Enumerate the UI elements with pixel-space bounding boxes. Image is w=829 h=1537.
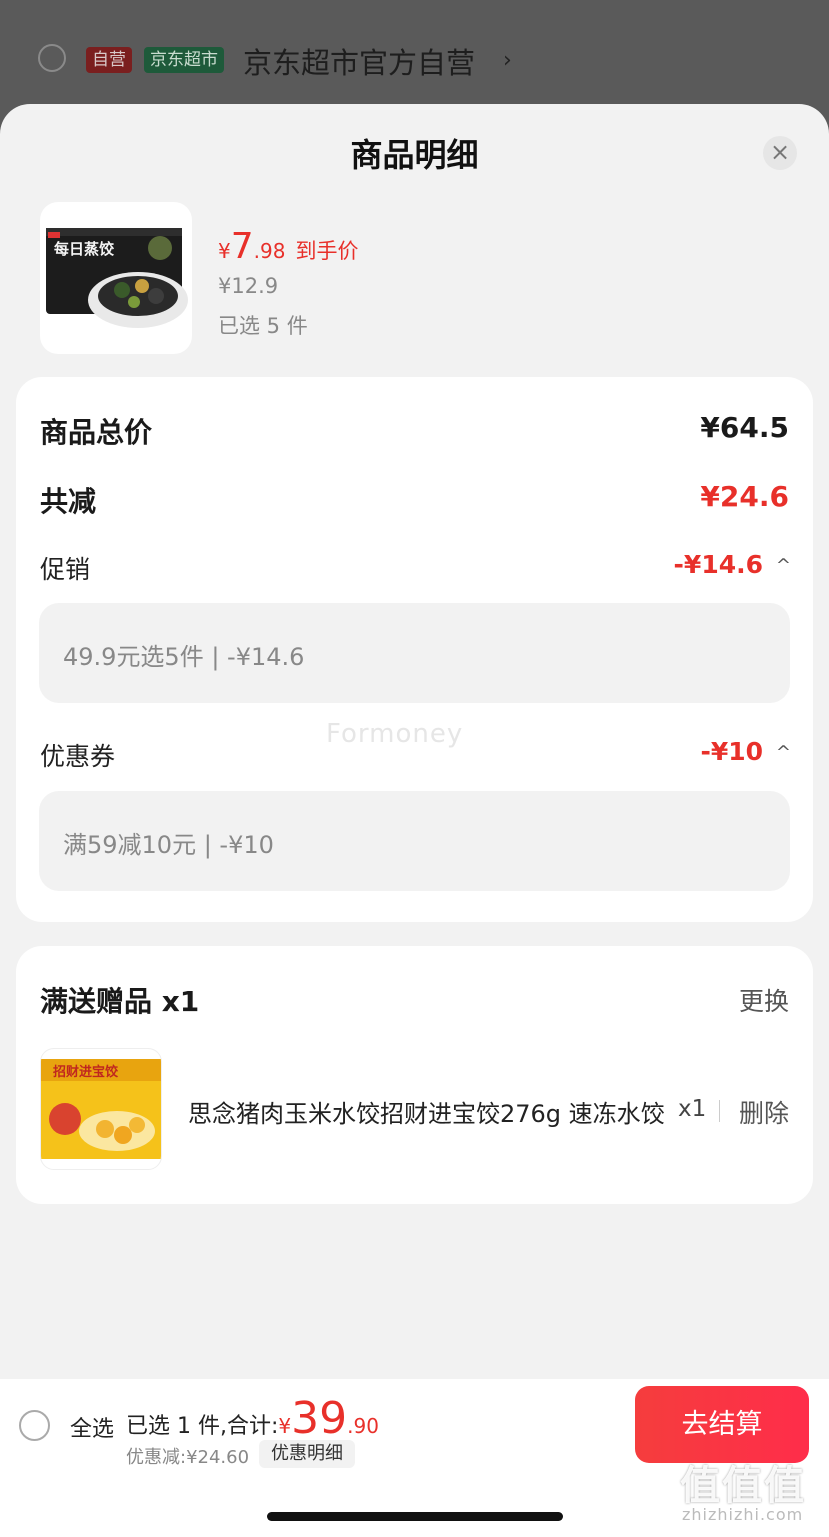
price-symbol: ¥ xyxy=(218,239,231,263)
jd-supermarket-tag: 京东超市 xyxy=(144,47,224,73)
checkout-bar: 全选 已选 1 件,合计:¥39.90 优惠减:¥24.60 优惠明细 去结算 … xyxy=(0,1379,829,1537)
self-operated-tag: 自营 xyxy=(86,47,132,73)
gift-name[interactable]: 思念猪肉玉米水饺招财进宝饺276g 速冻水饺 xyxy=(188,1094,666,1129)
total-price-label: 商品总价 xyxy=(40,416,153,449)
coupon-detail-box: 满59减10元 | -¥10 xyxy=(39,791,790,891)
total-price: 已选 1 件,合计:¥39.90 xyxy=(126,1393,379,1444)
corner-watermark: 值值值 xyxy=(680,1463,806,1509)
final-price: ¥7.98 到手价 xyxy=(218,226,358,267)
background-store-row: 自营 京东超市 京东超市官方自营 › xyxy=(0,0,829,120)
promotion-label[interactable]: 促销 xyxy=(40,550,90,586)
change-gift-button[interactable]: 更换 xyxy=(739,982,789,1018)
dumpling-package-image: 每日蒸饺 xyxy=(46,228,188,328)
home-indicator xyxy=(267,1512,563,1521)
divider xyxy=(719,1100,720,1122)
gift-quantity: x1 xyxy=(678,1096,707,1122)
package-label-text: 每日蒸饺 xyxy=(54,240,115,258)
gift-package-label: 招财进宝饺 xyxy=(53,1064,119,1080)
promotion-detail-box: 49.9元选5件 | -¥14.6 xyxy=(39,603,790,703)
coupon-label[interactable]: 优惠券 xyxy=(40,737,115,773)
close-icon: × xyxy=(769,138,791,166)
product-detail-sheet: 商品明细 × 每日蒸饺 ¥7.98 到手价 ¥12.9 已选 5 件 商品总价 ¥… xyxy=(0,104,829,1537)
discount-amount: 优惠减:¥24.60 xyxy=(126,1447,250,1468)
select-all-label[interactable]: 全选 xyxy=(70,1411,114,1443)
gift-title: 满送赠品 x1 xyxy=(40,985,200,1018)
chevron-right-icon: › xyxy=(503,48,512,73)
gift-package-image: 招财进宝饺 xyxy=(41,1059,161,1159)
gift-card: 满送赠品 x1 更换 招财进宝饺 思念猪肉玉米水饺招财进宝饺276g 速冻水饺 … xyxy=(16,946,813,1204)
chevron-up-icon[interactable]: ^ xyxy=(776,742,791,763)
chevron-up-icon[interactable]: ^ xyxy=(776,555,791,576)
price-integer: 7 xyxy=(230,226,254,267)
price-summary-card: 商品总价 ¥64.5 共减 ¥24.6 促销 -¥14.6 ^ 49.9元选5件… xyxy=(16,377,813,922)
total-symbol: ¥ xyxy=(278,1414,292,1438)
product-image[interactable]: 每日蒸饺 xyxy=(40,202,192,354)
total-reduce-value: ¥24.6 xyxy=(700,480,789,513)
original-price: ¥12.9 xyxy=(218,274,279,298)
gift-image[interactable]: 招财进宝饺 xyxy=(40,1048,162,1170)
coupon-value[interactable]: -¥10 xyxy=(700,737,763,766)
promotion-detail: 49.9元选5件 | -¥14.6 xyxy=(63,643,305,671)
discount-detail-button[interactable]: 优惠明细 xyxy=(259,1440,355,1468)
total-decimal: .90 xyxy=(347,1414,379,1438)
selected-total-text: 已选 1 件,合计: xyxy=(126,1414,279,1439)
delete-gift-button[interactable]: 删除 xyxy=(739,1094,789,1130)
corner-watermark-url: zhizhizhi.com xyxy=(682,1505,804,1524)
store-select-radio[interactable] xyxy=(38,44,66,72)
coupon-detail: 满59减10元 | -¥10 xyxy=(63,831,274,859)
close-button[interactable]: × xyxy=(763,136,797,170)
selected-count: 已选 5 件 xyxy=(218,314,308,338)
sheet-title: 商品明细 xyxy=(350,136,479,174)
price-decimal: .98 xyxy=(253,239,286,263)
checkout-button[interactable]: 去结算 xyxy=(635,1386,809,1463)
total-price-value: ¥64.5 xyxy=(700,411,789,444)
price-label: 到手价 xyxy=(295,239,359,263)
select-all-radio[interactable] xyxy=(19,1410,50,1441)
total-reduce-label: 共减 xyxy=(40,485,97,518)
total-integer: 39 xyxy=(291,1393,348,1444)
watermark: Formoney xyxy=(326,719,464,749)
promotion-value[interactable]: -¥14.6 xyxy=(674,550,763,579)
store-name[interactable]: 京东超市官方自营 xyxy=(243,40,475,82)
